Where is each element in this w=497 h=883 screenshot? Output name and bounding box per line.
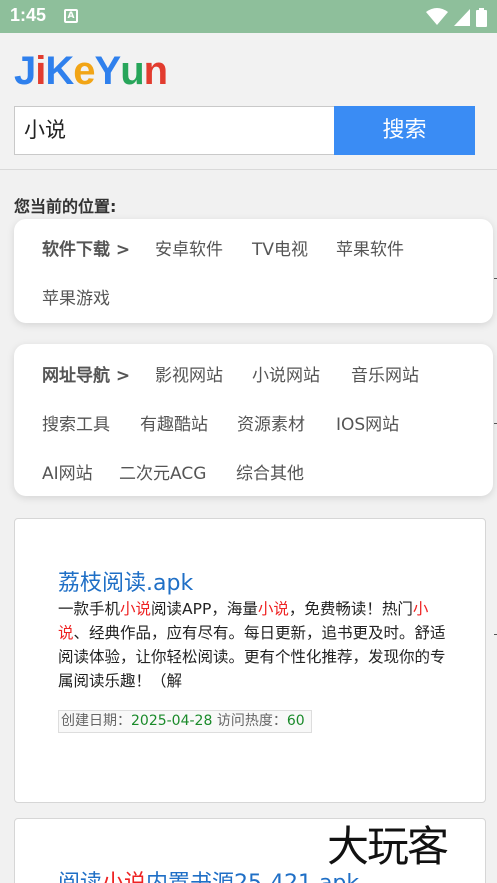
status-bar: 1:45 A <box>0 0 497 33</box>
nav-link-other[interactable]: 综合其他 <box>236 459 304 484</box>
post-title[interactable]: 荔枝阅读.apk <box>58 565 193 597</box>
software-nav-heading[interactable]: 软件下载 > <box>42 235 130 260</box>
nav-link-android[interactable]: 安卓软件 <box>155 235 223 260</box>
title-highlight: 小说 <box>102 871 146 883</box>
desc-highlight: 小说 <box>257 600 289 618</box>
desc-text: 、经典作品，应有尽有。每日更新，追书更及时。舒适阅读体验，让你轻松阅读。更有个性… <box>58 624 446 690</box>
nav-link-ai[interactable]: AI网站 <box>42 459 93 484</box>
logo-letter: J <box>14 49 36 93</box>
notification-icon: A <box>64 9 78 23</box>
date-label: 创建日期： <box>61 713 131 729</box>
nav-link-video[interactable]: 影视网站 <box>155 361 223 386</box>
post-meta: 创建日期：2025-04-28 访问热度：60 <box>58 710 312 733</box>
wifi-icon <box>426 8 448 25</box>
logo-letter: K <box>45 49 74 93</box>
signal-icon <box>454 8 470 26</box>
logo-letter: Y <box>94 49 122 93</box>
nav-link-search-tools[interactable]: 搜索工具 <box>42 410 110 435</box>
nav-link-resources[interactable]: 资源素材 <box>237 410 305 435</box>
nav-link-fun-sites[interactable]: 有趣酷站 <box>140 410 208 435</box>
nav-link-apple-software[interactable]: 苹果软件 <box>336 235 404 260</box>
post-title[interactable]: 阅读小说内置书源25-421.apk <box>58 865 359 883</box>
desc-highlight: 小说 <box>120 600 152 618</box>
logo-letter: e <box>73 49 95 93</box>
logo-letter: u <box>120 49 144 93</box>
logo-letter: i <box>35 49 46 93</box>
site-nav-card: 网址导航 > 影视网站 小说网站 音乐网站 搜索工具 有趣酷站 资源素材 IOS… <box>14 344 493 496</box>
site-logo[interactable]: JiKeYun <box>14 49 168 94</box>
watermark-logo: 大玩客 <box>327 822 449 871</box>
nav-link-apple-games[interactable]: 苹果游戏 <box>42 284 110 309</box>
nav-link-novel[interactable]: 小说网站 <box>252 361 320 386</box>
title-text: 阅读 <box>58 871 102 883</box>
software-nav-card: 软件下载 > 安卓软件 TV电视 苹果软件 苹果游戏 <box>14 219 493 323</box>
header: JiKeYun 小说 搜索 <box>0 33 497 170</box>
logo-letter: n <box>143 49 168 93</box>
post-card: 荔枝阅读.apk 一款手机小说阅读APP，海量小说，免费畅读！热门小说、经典作品… <box>14 518 486 803</box>
system-icons <box>426 7 487 27</box>
breadcrumb-label: 您当前的位置: <box>14 197 117 216</box>
search-bar: 小说 搜索 <box>14 106 475 155</box>
search-button[interactable]: 搜索 <box>334 106 475 155</box>
battery-icon <box>476 7 487 27</box>
site-nav-heading[interactable]: 网址导航 > <box>42 361 130 386</box>
post-heat: 60 <box>286 713 305 729</box>
nav-link-acg[interactable]: 二次元ACG <box>119 459 206 484</box>
nav-link-music[interactable]: 音乐网站 <box>351 361 419 386</box>
desc-text: 阅读APP，海量 <box>151 600 258 618</box>
nav-link-ios[interactable]: IOS网站 <box>336 410 399 435</box>
desc-text: 一款手机 <box>58 600 121 618</box>
post-date: 2025-04-28 <box>131 713 213 729</box>
post-description: 一款手机小说阅读APP，海量小说，免费畅读！热门小说、经典作品，应有尽有。每日更… <box>58 597 448 693</box>
status-time: 1:45 <box>10 5 47 25</box>
desc-text: ，免费畅读！热门 <box>288 600 413 618</box>
heat-label: 访问热度： <box>216 713 287 729</box>
nav-link-tv[interactable]: TV电视 <box>252 235 308 260</box>
search-input[interactable]: 小说 <box>14 106 334 155</box>
